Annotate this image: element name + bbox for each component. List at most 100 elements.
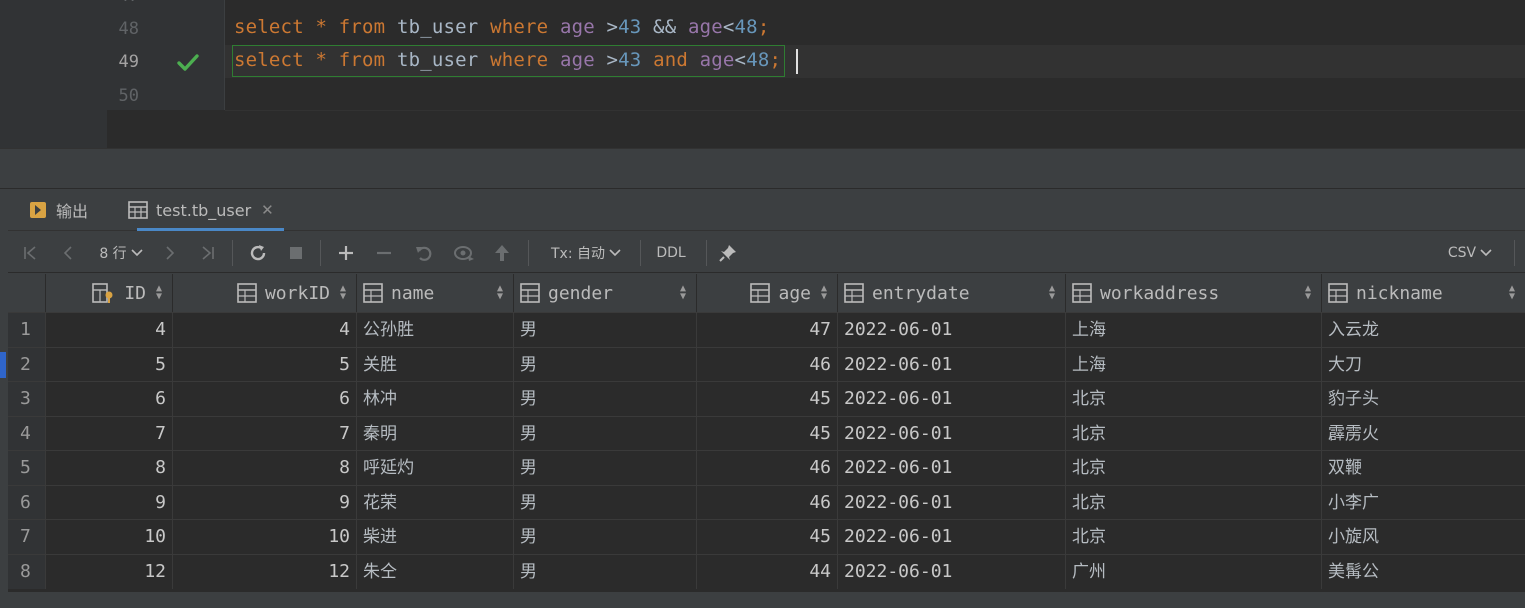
cell-workaddress[interactable]: 广州 (1066, 554, 1322, 589)
cell-name[interactable]: 花荣 (357, 485, 514, 520)
row-number[interactable]: 4 (8, 416, 46, 451)
cell-age[interactable]: 45 (697, 416, 838, 451)
cell-id[interactable]: 10 (46, 520, 173, 554)
editor-empty-area[interactable] (225, 110, 1525, 148)
cell-entrydate[interactable]: 2022-06-01 (838, 520, 1066, 554)
cell-id[interactable]: 9 (46, 485, 173, 520)
table-row[interactable]: 4 7 7 秦明男 45 2022-06-01 北京 霹雳火 (8, 415, 1525, 451)
sort-icon[interactable]: ▲ ▼ (1049, 284, 1055, 302)
column-header-name[interactable]: name ▲ ▼ (357, 274, 514, 312)
cell-gender[interactable]: 男 (514, 313, 697, 347)
cell-id[interactable]: 4 (46, 313, 173, 347)
table-row[interactable]: 7 10 10 柴进男 45 2022-06-01 北京 小旋风 (8, 519, 1525, 554)
cell-age[interactable]: 46 (697, 451, 838, 485)
table-row[interactable]: 1 4 4 公孙胜男 47 2022-06-01 上海 入云龙 (8, 312, 1525, 347)
cell-name[interactable]: 秦明 (357, 416, 514, 451)
stop-icon[interactable] (282, 232, 310, 273)
cell-entrydate[interactable]: 2022-06-01 (838, 382, 1066, 416)
cell-workaddress[interactable]: 北京 (1066, 485, 1322, 520)
row-number[interactable]: 1 (8, 313, 46, 347)
cell-age[interactable]: 45 (697, 520, 838, 554)
cell-workid[interactable]: 7 (173, 416, 357, 451)
tab-table-result[interactable]: test.tb_user ✕ (118, 189, 284, 231)
previous-page-icon[interactable] (54, 232, 82, 273)
cell-workid[interactable]: 4 (173, 313, 357, 347)
cell-workid[interactable]: 12 (173, 554, 357, 589)
cell-age[interactable]: 47 (697, 313, 838, 347)
cell-entrydate[interactable]: 2022-06-01 (838, 554, 1066, 589)
panel-splitter[interactable] (0, 148, 1525, 188)
cell-id[interactable]: 7 (46, 416, 173, 451)
column-header-workaddress[interactable]: workaddress ▲ ▼ (1066, 274, 1322, 312)
sort-icon[interactable]: ▲ ▼ (1305, 284, 1311, 302)
cell-nickname[interactable]: 小李广 (1322, 486, 1525, 520)
cell-workaddress[interactable]: 上海 (1066, 347, 1322, 382)
cell-workaddress[interactable]: 北京 (1066, 382, 1322, 416)
cell-gender[interactable]: 男 (514, 554, 697, 589)
cell-workid[interactable]: 5 (173, 347, 357, 382)
cell-entrydate[interactable]: 2022-06-01 (838, 416, 1066, 451)
cell-id[interactable]: 8 (46, 451, 173, 485)
delete-row-icon[interactable] (370, 232, 398, 273)
ddl-button[interactable]: DDL (648, 232, 694, 273)
cell-name[interactable]: 公孙胜 (357, 313, 514, 347)
cell-workid[interactable]: 9 (173, 485, 357, 520)
export-format-dropdown[interactable]: CSV (1440, 232, 1500, 273)
cell-workid[interactable]: 8 (173, 451, 357, 485)
column-header-nickname[interactable]: nickname ▲ ▼ (1322, 274, 1525, 312)
row-number[interactable]: 6 (8, 485, 46, 520)
table-row[interactable]: 5 8 8 呼延灼男 46 2022-06-01 北京 双鞭 (8, 450, 1525, 485)
cell-nickname[interactable]: 大刀 (1322, 348, 1525, 382)
row-number[interactable]: 2 (8, 347, 46, 382)
row-number[interactable]: 3 (8, 382, 46, 416)
sort-icon[interactable]: ▲ ▼ (497, 284, 503, 302)
column-header-gender[interactable]: gender ▲ ▼ (514, 274, 697, 312)
preview-changes-icon[interactable] (450, 232, 478, 273)
last-page-icon[interactable] (194, 232, 222, 273)
cell-id[interactable]: 12 (46, 554, 173, 589)
cell-gender[interactable]: 男 (514, 347, 697, 382)
cell-gender[interactable]: 男 (514, 520, 697, 554)
rows-per-page-dropdown[interactable]: 8 行 (92, 232, 150, 273)
cell-age[interactable]: 44 (697, 554, 838, 589)
sort-icon[interactable]: ▲ ▼ (340, 284, 346, 302)
refresh-icon[interactable] (244, 232, 272, 273)
cell-name[interactable]: 朱仝 (357, 554, 514, 589)
table-row[interactable]: 3 6 6 林冲男 45 2022-06-01 北京 豹子头 (8, 381, 1525, 416)
transaction-mode-dropdown[interactable]: Tx: 自动 (540, 232, 632, 273)
cell-nickname[interactable]: 小旋风 (1322, 520, 1525, 554)
result-grid[interactable]: ID ▲ ▼ workID ▲ ▼ name ▲ ▼ gender ▲ ▼ age (8, 274, 1525, 592)
add-row-icon[interactable] (332, 232, 360, 273)
cell-name[interactable]: 关胜 (357, 347, 514, 382)
column-header-age[interactable]: age ▲ ▼ (697, 274, 838, 312)
cell-entrydate[interactable]: 2022-06-01 (838, 313, 1066, 347)
sort-icon[interactable]: ▲ ▼ (1509, 284, 1515, 302)
cell-age[interactable]: 45 (697, 382, 838, 416)
cell-workid[interactable]: 10 (173, 520, 357, 554)
cell-gender[interactable]: 男 (514, 485, 697, 520)
table-row[interactable]: 8 12 12 朱仝男 44 2022-06-01 广州 美髯公 (8, 553, 1525, 589)
sort-icon[interactable]: ▲ ▼ (821, 284, 827, 302)
table-row[interactable]: 6 9 9 花荣男 46 2022-06-01 北京 小李广 (8, 484, 1525, 520)
cell-workaddress[interactable]: 上海 (1066, 313, 1322, 347)
cell-nickname[interactable]: 霹雳火 (1322, 417, 1525, 451)
cell-age[interactable]: 46 (697, 347, 838, 382)
code-line-48[interactable]: select * from tb_user where age >43 && a… (234, 16, 769, 38)
cell-nickname[interactable]: 入云龙 (1322, 313, 1525, 347)
submit-icon[interactable] (488, 232, 516, 273)
row-number[interactable]: 7 (8, 520, 46, 554)
cell-workaddress[interactable]: 北京 (1066, 416, 1322, 451)
cell-name[interactable]: 柴进 (357, 520, 514, 554)
cell-gender[interactable]: 男 (514, 451, 697, 485)
cell-name[interactable]: 林冲 (357, 382, 514, 416)
cell-nickname[interactable]: 美髯公 (1322, 555, 1525, 589)
column-header-entrydate[interactable]: entrydate ▲ ▼ (838, 274, 1066, 312)
row-number[interactable]: 8 (8, 554, 46, 589)
sql-editor[interactable]: 47 48 49 50 select * from tb_user where … (0, 0, 1525, 148)
cell-id[interactable]: 5 (46, 347, 173, 382)
revert-icon[interactable] (410, 232, 438, 273)
cell-workaddress[interactable]: 北京 (1066, 451, 1322, 485)
tab-output[interactable]: 输出 (28, 189, 88, 231)
cell-workid[interactable]: 6 (173, 382, 357, 416)
cell-gender[interactable]: 男 (514, 416, 697, 451)
